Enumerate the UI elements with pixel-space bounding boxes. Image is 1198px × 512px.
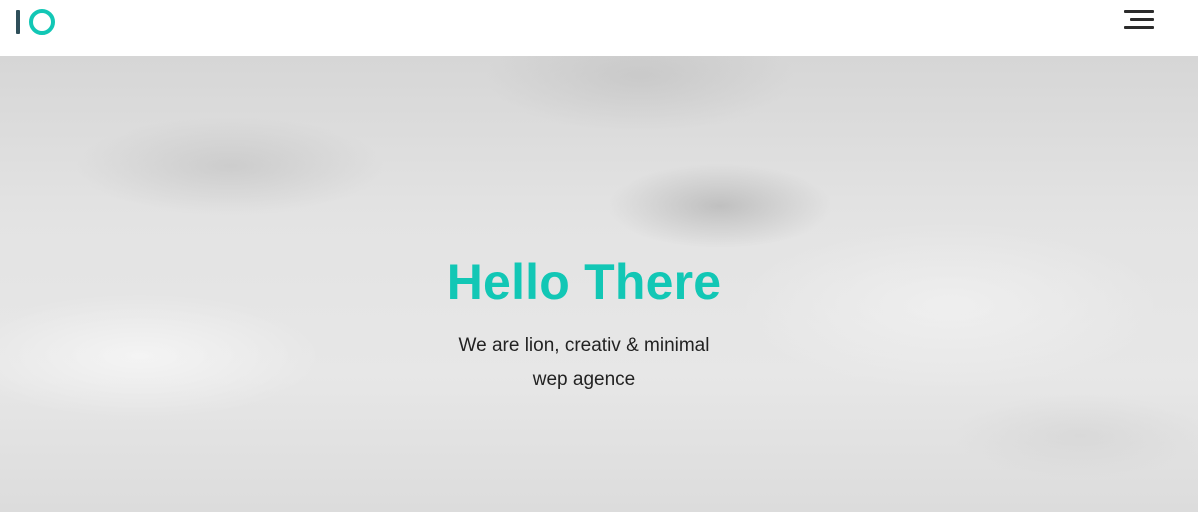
menu-line-top bbox=[1124, 10, 1154, 13]
hero-subtitle: We are lion, creativ & minimal wep agenc… bbox=[0, 329, 1168, 397]
hero-subtitle-line-1: We are lion, creativ & minimal bbox=[458, 335, 710, 356]
logo-bar-shape bbox=[16, 10, 20, 34]
hero-cloud-background: Hello There We are lion, creativ & minim… bbox=[0, 56, 1198, 512]
hero-title: Hello There bbox=[446, 254, 722, 310]
site-header bbox=[0, 0, 1198, 56]
hero-subtitle-line-2: wep agence bbox=[532, 369, 636, 390]
logo-io-icon[interactable] bbox=[16, 9, 55, 35]
menu-line-middle bbox=[1130, 18, 1154, 21]
hamburger-menu-icon[interactable] bbox=[1120, 6, 1158, 34]
logo-ring-shape bbox=[29, 9, 55, 35]
menu-line-bottom bbox=[1124, 26, 1154, 29]
hero-section: Hello There We are lion, creativ & minim… bbox=[0, 56, 1198, 512]
